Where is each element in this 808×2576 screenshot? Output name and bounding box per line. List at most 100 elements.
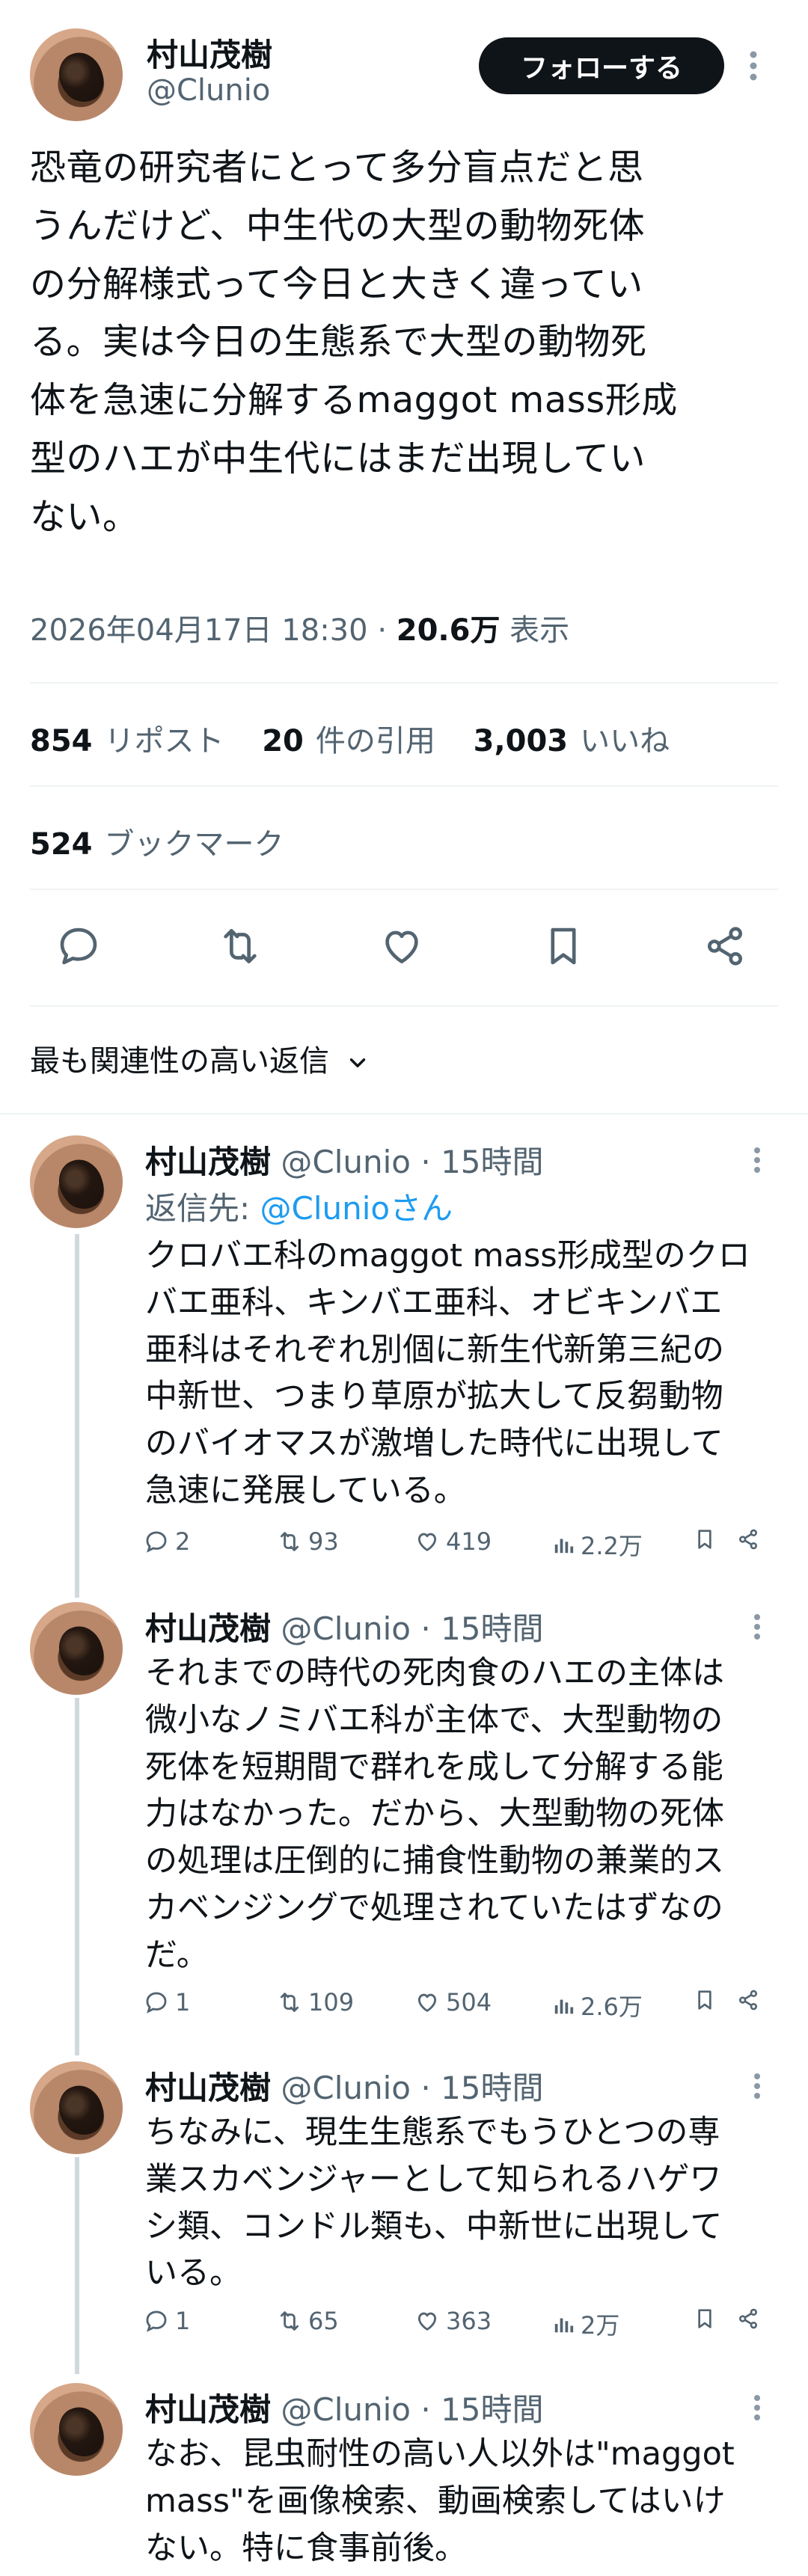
- separator: ·: [420, 1144, 431, 1180]
- views-button[interactable]: 2.6万: [552, 1988, 643, 2023]
- repost-count: 93: [308, 1527, 339, 1556]
- reply-line: mass"を画像検索、動画検索してはいけ: [145, 2482, 726, 2520]
- more-options-icon[interactable]: [753, 2072, 762, 2103]
- reply-to-link[interactable]: @Clunioさん: [260, 1190, 453, 1227]
- like-button[interactable]: 419: [414, 1527, 492, 1556]
- reply-author-name[interactable]: 村山茂樹: [145, 1610, 271, 1647]
- reply-actions: 1 109 504 2.6万: [144, 1988, 772, 2025]
- reply-line: シ類、コンドル類も、中新世に出現して: [145, 2207, 723, 2245]
- repost-label: リポスト: [104, 724, 224, 758]
- reply-sort-dropdown[interactable]: 最も関連性の高い返信: [30, 1037, 370, 1080]
- share-button[interactable]: [736, 2307, 760, 2331]
- chevron-down-icon: [345, 1050, 370, 1076]
- follow-button[interactable]: フォローする: [479, 37, 724, 94]
- repost-button[interactable]: 93: [277, 1527, 339, 1556]
- views-icon: [554, 1999, 574, 2014]
- reply-author-handle[interactable]: @Clunio: [281, 1144, 411, 1180]
- like-count: 3,003: [473, 724, 569, 758]
- share-button[interactable]: [736, 1988, 760, 2012]
- reply-line: カベンジングで処理されていたはずなの: [145, 1889, 723, 1927]
- view-count: 2万: [581, 2311, 620, 2340]
- tweet-line: ない。: [30, 495, 139, 538]
- avatar[interactable]: [30, 1602, 123, 1695]
- like-button[interactable]: 504: [414, 1988, 492, 2017]
- repost-button[interactable]: 109: [277, 1988, 354, 2017]
- reply-time[interactable]: 15時間: [441, 2391, 543, 2428]
- more-options-icon[interactable]: [748, 49, 759, 85]
- more-options-icon[interactable]: [753, 2393, 762, 2425]
- reply-count-button[interactable]: 1: [144, 1988, 190, 2017]
- separator: ·: [420, 2391, 431, 2428]
- share-icon[interactable]: [702, 923, 748, 969]
- reply-tweet[interactable]: 村山茂樹 @Clunio · 15時間 なお、昆虫耐性の高い人以外は"maggo…: [0, 2383, 808, 2576]
- reply-count-button[interactable]: 1: [144, 2307, 190, 2335]
- bookmark-button[interactable]: [693, 1527, 717, 1551]
- views-button[interactable]: 2.2万: [552, 1527, 643, 1562]
- reply-time[interactable]: 15時間: [441, 1610, 543, 1647]
- reply-author-handle[interactable]: @Clunio: [281, 1610, 411, 1647]
- like-icon: [417, 1993, 437, 2012]
- reply-actions: 1 65 363 2万: [144, 2307, 772, 2344]
- reply-count-button[interactable]: 2: [144, 1527, 190, 1556]
- like-icon[interactable]: [379, 923, 425, 969]
- more-options-icon[interactable]: [753, 1146, 762, 1177]
- reply-line: の処理は圧倒的に捕食性動物の兼業的ス: [145, 1842, 724, 1880]
- tweet-text: 恐竜の研究者にとって多分盲点だと思 うんだけど、中生代の大型の動物死体 の分解様…: [30, 139, 771, 546]
- bookmark-stat[interactable]: 524 ブックマーク: [30, 820, 284, 863]
- views-button[interactable]: 2万: [552, 2307, 619, 2341]
- reply-tweet[interactable]: 村山茂樹 @Clunio · 15時間 それまでの時代の死肉食のハエの主体は 微…: [0, 1602, 808, 2051]
- view-count: 2.2万: [581, 1532, 643, 1560]
- avatar[interactable]: [30, 28, 123, 121]
- author-handle[interactable]: @Clunio: [147, 73, 270, 108]
- reply-line: それまでの時代の死肉食のハエの主体は: [145, 1655, 724, 1692]
- reply-time[interactable]: 15時間: [441, 2070, 543, 2106]
- reply-tweet[interactable]: 村山茂樹 @Clunio · 15時間 返信先: @Clunioさん クロバエ科…: [0, 1135, 808, 1584]
- reply-author-handle[interactable]: @Clunio: [281, 2391, 411, 2428]
- tweet-line: 型のハエが中生代にはまだ出現してい: [30, 437, 646, 479]
- quote-count: 20: [262, 724, 304, 758]
- reply-to: 返信先: @Clunioさん: [145, 1183, 453, 1229]
- bookmark-icon[interactable]: [540, 923, 587, 969]
- like-button[interactable]: 363: [414, 2307, 492, 2335]
- repost-button[interactable]: 65: [277, 2307, 339, 2335]
- reply-author-handle[interactable]: @Clunio: [281, 2070, 411, 2106]
- reply-tweet[interactable]: 村山茂樹 @Clunio · 15時間 ちなみに、現生生態系でもうひとつの専 業…: [0, 2061, 808, 2376]
- like-count: 419: [446, 1527, 492, 1556]
- divider: [30, 785, 778, 787]
- divider: [30, 1005, 778, 1007]
- views-icon: [554, 2318, 574, 2333]
- reply-author-name[interactable]: 村山茂樹: [145, 2070, 271, 2106]
- reply-line: なお、昆虫耐性の高い人以外は"maggot: [145, 2435, 735, 2473]
- bookmark-button[interactable]: [693, 2307, 717, 2331]
- like-stat[interactable]: 3,003 いいね: [474, 724, 670, 758]
- repost-stat[interactable]: 854 リポスト: [30, 724, 224, 758]
- reply-icon: [146, 2310, 167, 2332]
- more-options-icon[interactable]: [753, 1613, 762, 1644]
- bookmark-button[interactable]: [693, 1988, 717, 2012]
- separator: ·: [377, 613, 388, 648]
- reply-time[interactable]: 15時間: [441, 1144, 543, 1180]
- author-name[interactable]: 村山茂樹: [147, 30, 272, 76]
- avatar[interactable]: [30, 2061, 123, 2154]
- reply-line: 死体を短期間で群れを成して分解する能: [145, 1748, 723, 1786]
- view-count: 20.6万: [396, 613, 501, 648]
- avatar[interactable]: [30, 2383, 123, 2476]
- like-label: いいね: [580, 724, 670, 758]
- reply-icon[interactable]: [55, 923, 102, 969]
- repost-icon[interactable]: [217, 923, 263, 969]
- reply-line: バエ亜科、キンバエ亜科、オビキンバエ: [145, 1284, 723, 1322]
- reply-text: クロバエ科のmaggot mass形成型のクロ バエ亜科、キンバエ亜科、オビキン…: [145, 1233, 774, 1515]
- avatar[interactable]: [30, 1135, 123, 1228]
- quote-stat[interactable]: 20 件の引用: [262, 724, 435, 758]
- like-icon: [417, 2312, 437, 2331]
- reply-author-name[interactable]: 村山茂樹: [145, 2391, 271, 2428]
- reply-line: クロバエ科のmaggot mass形成型のクロ: [145, 1237, 750, 1275]
- reply-line: 亜科はそれぞれ別個に新生代新第三紀の: [145, 1331, 724, 1369]
- share-button[interactable]: [736, 1527, 760, 1551]
- reply-count: 1: [175, 2307, 191, 2335]
- reply-text: なお、昆虫耐性の高い人以外は"maggot mass"を画像検索、動画検索しては…: [145, 2431, 774, 2572]
- reply-author-name[interactable]: 村山茂樹: [145, 1144, 271, 1180]
- share-icon: [739, 2308, 757, 2329]
- timestamp[interactable]: 2026年04月17日 18:30: [30, 613, 368, 648]
- reply-count: 2: [175, 1527, 191, 1556]
